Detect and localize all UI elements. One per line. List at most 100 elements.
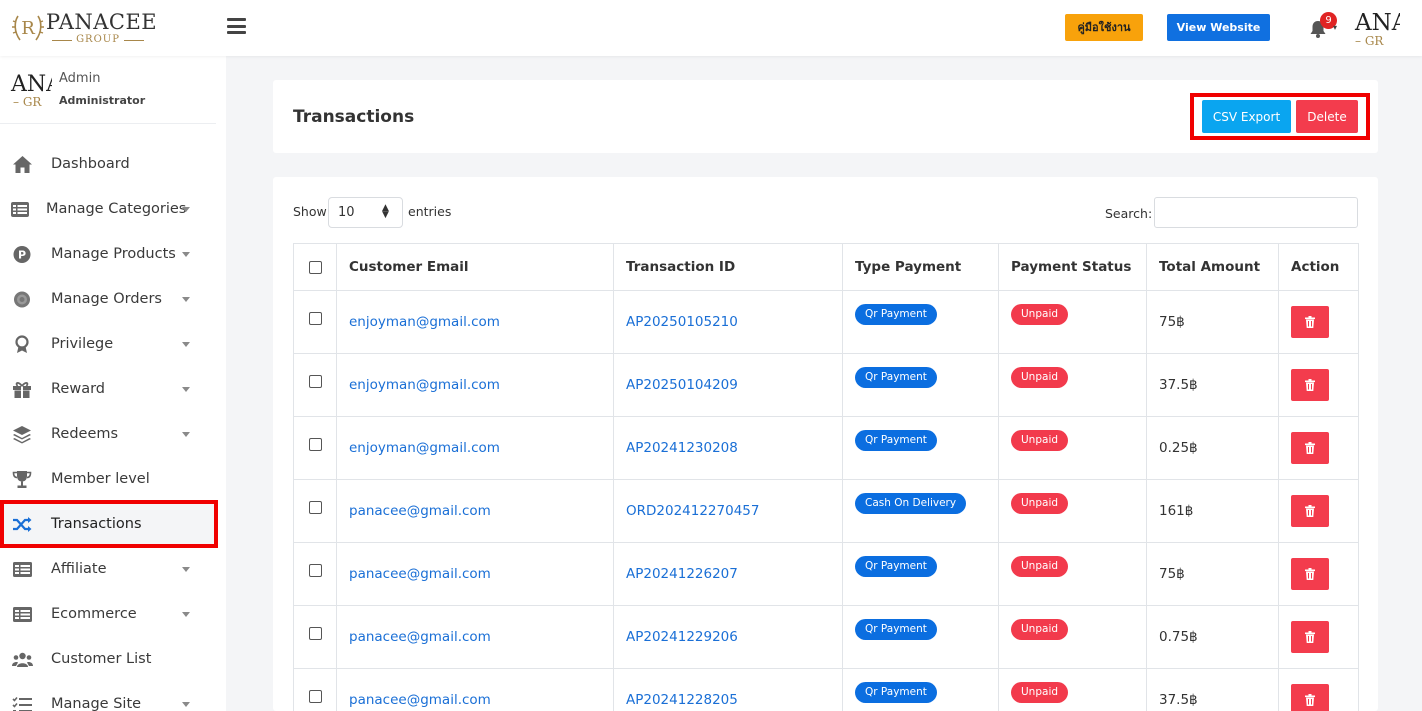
page-title: Transactions (293, 107, 415, 127)
trash-icon (1305, 379, 1315, 391)
customer-email-link[interactable]: panacee@gmail.com (349, 692, 491, 708)
user-avatar[interactable]: ANA – GR (1352, 8, 1400, 48)
profile-role: Administrator (59, 94, 146, 107)
payment-status-cell: Unpaid (998, 542, 1147, 606)
transaction-id-link[interactable]: AP20241229206 (626, 629, 738, 645)
customer-email-link[interactable]: panacee@gmail.com (349, 629, 491, 645)
search-input[interactable] (1154, 197, 1358, 228)
sidebar-item-label: Redeems (51, 426, 119, 442)
type-payment-badge: Qr Payment (855, 304, 937, 325)
type-payment-cell: Qr Payment (842, 605, 999, 669)
row-checkbox[interactable] (308, 563, 322, 577)
caret-down-icon (182, 567, 190, 572)
home-icon (13, 156, 32, 173)
menu-toggle-icon[interactable] (227, 18, 246, 34)
row-checkbox[interactable] (308, 689, 322, 703)
sidebar-item-customer-list[interactable]: Customer List (0, 637, 216, 682)
select-all-cell (293, 243, 337, 291)
sidebar-item-affiliate[interactable]: Affiliate (0, 547, 216, 592)
row-checkbox[interactable] (308, 437, 322, 451)
show-label: Show (293, 204, 327, 219)
table-row: panacee@gmail.com ORD202412270457 Cash On … (293, 479, 1359, 543)
manual-button[interactable]: คู่มือใช้งาน (1065, 14, 1143, 41)
transaction-id-link[interactable]: AP20241228205 (626, 692, 738, 708)
transaction-id-link[interactable]: ORD202412270457 (626, 503, 759, 519)
type-payment-badge: Qr Payment (855, 556, 937, 577)
entries-select[interactable]: 10 ▲ ▼ (328, 197, 403, 228)
transaction-id-link[interactable]: AP20241226207 (626, 566, 738, 582)
profile-avatar-text: ANA (11, 72, 52, 97)
sidebar-item-reward[interactable]: Reward (0, 367, 216, 412)
sidebar-item-manage-categories[interactable]: Manage Categories (0, 187, 216, 232)
row-delete-button[interactable] (1291, 495, 1329, 527)
transaction-id-link[interactable]: AP20250105210 (626, 314, 738, 330)
sidebar-item-member-level[interactable]: Member level (0, 457, 216, 502)
laurel-crest-icon: R (12, 15, 44, 41)
trash-icon (1305, 631, 1315, 643)
customer-email-link[interactable]: enjoyman@gmail.com (349, 377, 500, 393)
customer-email-link[interactable]: panacee@gmail.com (349, 503, 491, 519)
sidebar-item-manage-products[interactable]: P Manage Products (0, 232, 216, 277)
transaction-id-link[interactable]: AP20241230208 (626, 440, 738, 456)
sidebar-item-manage-site[interactable]: Manage Site (0, 682, 216, 711)
row-select-cell (293, 542, 337, 606)
row-checkbox[interactable] (308, 626, 322, 640)
sidebar-item-label: Privilege (51, 336, 114, 352)
transaction-id-link[interactable]: AP20250104209 (626, 377, 738, 393)
logo-group: GROUP (50, 34, 146, 46)
sidebar-item-ecommerce[interactable]: Ecommerce (0, 592, 216, 637)
sidebar-item-manage-orders[interactable]: Manage Orders (0, 277, 216, 322)
customer-email-cell: panacee@gmail.com (336, 668, 614, 711)
column-header[interactable]: Payment Status (998, 243, 1147, 291)
payment-status-badge: Unpaid (1011, 430, 1069, 451)
transaction-id-cell: AP20241229206 (613, 605, 843, 669)
customer-email-link[interactable]: enjoyman@gmail.com (349, 440, 500, 456)
notification-bell[interactable]: 9 ▾ (1308, 12, 1337, 39)
transaction-id-cell: AP20241226207 (613, 542, 843, 606)
trophy-icon (12, 471, 32, 488)
row-select-cell (293, 353, 337, 417)
total-amount-cell: 0.75฿ (1146, 605, 1279, 669)
customer-email-cell: enjoyman@gmail.com (336, 290, 614, 354)
table-row: enjoyman@gmail.com AP20241230208 Qr Paymen… (293, 416, 1359, 480)
action-cell (1278, 479, 1359, 543)
sidebar-item-label: Dashboard (51, 156, 130, 172)
trash-icon (1305, 505, 1315, 517)
row-delete-button[interactable] (1291, 558, 1329, 590)
row-delete-button[interactable] (1291, 432, 1329, 464)
panacee-logo[interactable]: R PANACEE GROUP (10, 8, 157, 48)
customer-email-link[interactable]: enjoyman@gmail.com (349, 314, 500, 330)
column-header[interactable]: Customer Email (336, 243, 614, 291)
column-header[interactable]: Type Payment (842, 243, 999, 291)
row-delete-button[interactable] (1291, 369, 1329, 401)
sidebar-item-label: Manage Site (51, 696, 142, 711)
type-payment-badge: Qr Payment (855, 367, 937, 388)
row-delete-button[interactable] (1291, 306, 1329, 338)
select-all-checkbox[interactable] (308, 260, 322, 274)
sidebar-item-redeems[interactable]: Redeems (0, 412, 216, 457)
column-header[interactable]: Total Amount (1146, 243, 1279, 291)
profile-avatar-subtext: – GR (13, 95, 42, 109)
type-payment-badge: Qr Payment (855, 619, 937, 640)
payment-status-badge: Unpaid (1011, 619, 1069, 640)
row-checkbox[interactable] (308, 500, 322, 514)
sidebar-item-dashboard[interactable]: Dashboard (0, 142, 216, 187)
payment-status-badge: Unpaid (1011, 304, 1069, 325)
row-delete-button[interactable] (1291, 684, 1329, 711)
caret-down-icon (182, 432, 190, 437)
type-payment-cell: Qr Payment (842, 668, 999, 711)
action-cell (1278, 353, 1359, 417)
row-checkbox[interactable] (308, 311, 322, 325)
view-website-button[interactable]: View Website (1167, 14, 1270, 41)
row-checkbox[interactable] (308, 374, 322, 388)
action-cell (1278, 416, 1359, 480)
transaction-id-cell: AP20241228205 (613, 668, 843, 711)
column-header[interactable]: Transaction ID (613, 243, 843, 291)
transaction-id-cell: AP20250104209 (613, 353, 843, 417)
highlight-box (1190, 93, 1370, 140)
total-amount-cell: 75฿ (1146, 290, 1279, 354)
row-delete-button[interactable] (1291, 621, 1329, 653)
search-label: Search: (1105, 206, 1153, 221)
sidebar-item-privilege[interactable]: Privilege (0, 322, 216, 367)
customer-email-link[interactable]: panacee@gmail.com (349, 566, 491, 582)
